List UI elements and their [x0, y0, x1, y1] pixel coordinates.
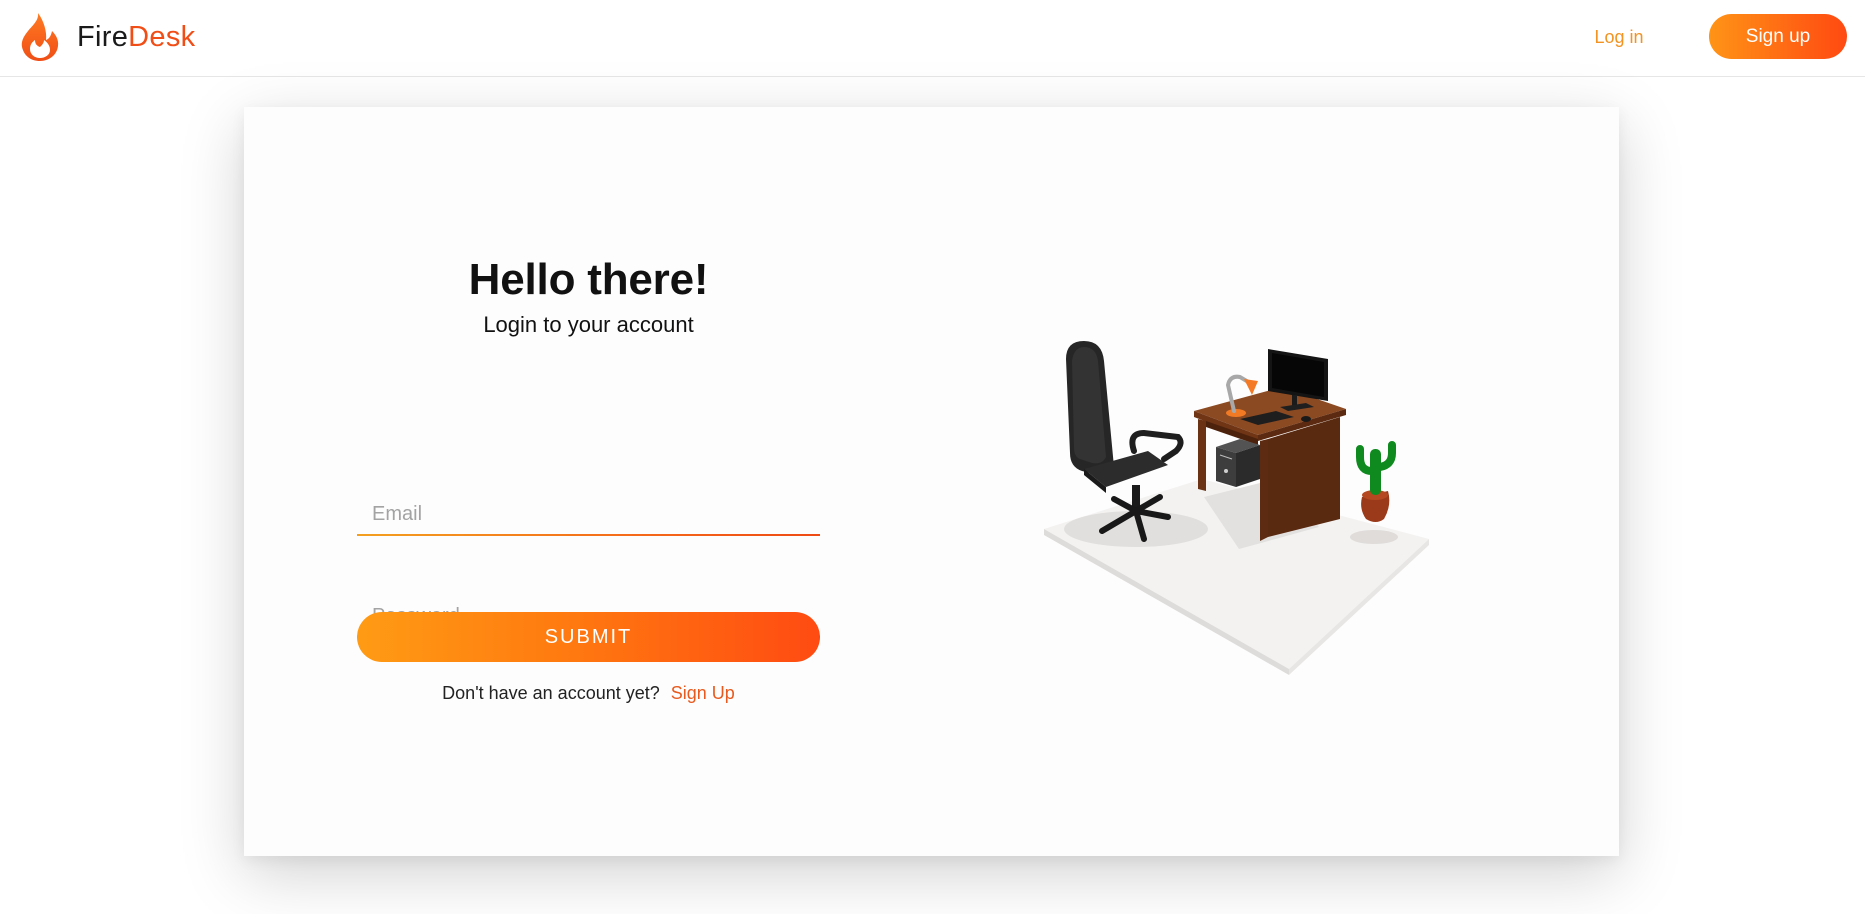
page-subtitle: Login to your account [483, 312, 694, 337]
submit-button[interactable]: SUBMIT [357, 612, 820, 662]
brand[interactable]: FireDesk [20, 12, 195, 62]
brand-name: FireDesk [77, 20, 196, 53]
office-illustration [1044, 341, 1429, 675]
email-field-wrapper [357, 482, 820, 536]
brand-name-fire: Fire [77, 20, 129, 53]
page-title: Hello there! [468, 255, 709, 304]
signup-prompt: Don't have an account yet? Sign Up [357, 683, 820, 704]
login-form: Hello there! Login to your account SUBMI… [357, 107, 820, 856]
signup-prompt-text: Don't have an account yet? [442, 683, 660, 703]
login-card: Hello there! Login to your account SUBMI… [244, 107, 1619, 856]
signup-button[interactable]: Sign up [1709, 14, 1847, 59]
email-field[interactable] [357, 482, 820, 533]
email-underline [357, 534, 820, 536]
flame-icon [21, 13, 59, 61]
signup-link[interactable]: Sign Up [671, 683, 735, 703]
brand-name-desk: Desk [128, 20, 196, 53]
navbar: FireDesk Log in Sign up [0, 0, 1865, 77]
login-link[interactable]: Log in [1576, 22, 1662, 52]
